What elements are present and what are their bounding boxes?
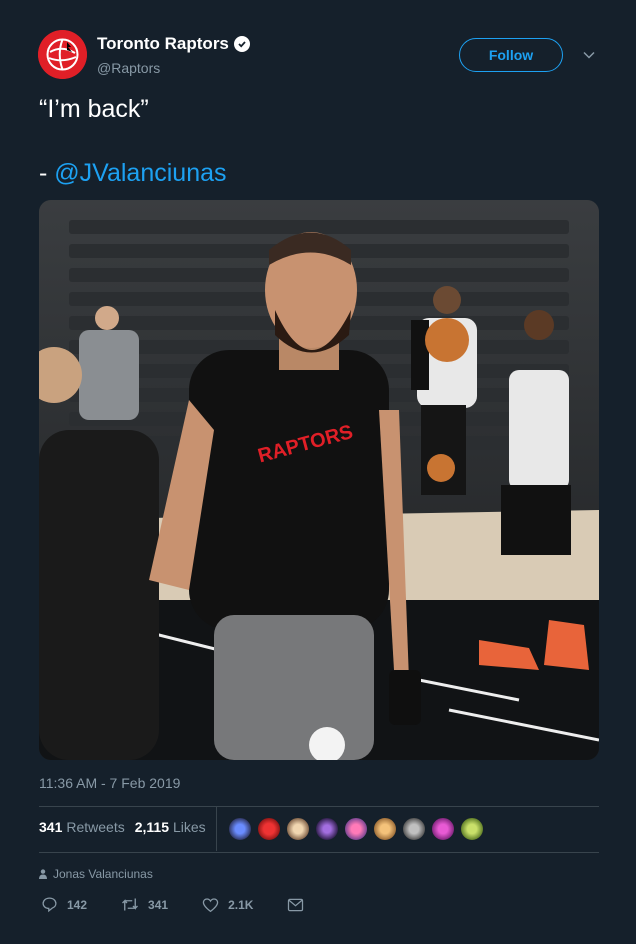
tweet-text-mention-line: - @JValanciunas — [39, 157, 227, 189]
divider — [39, 852, 599, 853]
tweet-text: “I’m back” — [39, 95, 149, 123]
dash-prefix: - — [39, 159, 55, 187]
tweet-card: Toronto Raptors @Raptors Follow “I’m bac… — [0, 0, 636, 944]
liker-avatar[interactable] — [344, 817, 368, 841]
retweets-count[interactable]: 341 — [39, 819, 62, 835]
likes-count[interactable]: 2,115 — [135, 819, 169, 835]
chevron-down-icon[interactable] — [582, 48, 596, 62]
reply-icon — [42, 897, 57, 913]
liker-avatar[interactable] — [402, 817, 426, 841]
heart-icon — [202, 897, 219, 912]
raptors-logo-icon — [38, 30, 87, 79]
person-icon — [39, 869, 47, 879]
divider — [39, 806, 599, 807]
follow-button[interactable]: Follow — [459, 38, 563, 72]
user-handle[interactable]: @Raptors — [97, 60, 160, 76]
tagged-user-name: Jonas Valanciunas — [53, 867, 153, 881]
tweet-photo[interactable]: RAPTORS — [39, 200, 599, 760]
timestamp[interactable]: 11:36 AM - 7 Feb 2019 — [39, 775, 180, 791]
liker-avatar[interactable] — [460, 817, 484, 841]
liker-avatar[interactable] — [286, 817, 310, 841]
reply-count: 142 — [67, 897, 88, 912]
direct-message-button[interactable] — [287, 898, 313, 912]
retweet-icon — [122, 898, 139, 911]
likes-label[interactable]: Likes — [173, 819, 206, 835]
liker-avatar[interactable] — [228, 817, 252, 841]
like-count: 2.1K — [228, 897, 254, 912]
liker-avatar[interactable] — [431, 817, 455, 841]
liker-avatar[interactable] — [315, 817, 339, 841]
liker-avatar[interactable] — [373, 817, 397, 841]
reply-button[interactable]: 142 — [41, 896, 87, 913]
liker-avatars — [228, 817, 489, 841]
like-button[interactable]: 2.1K — [202, 897, 253, 913]
photo: RAPTORS — [39, 200, 599, 760]
display-name[interactable]: Toronto Raptors — [97, 34, 229, 54]
verified-badge-icon — [233, 36, 250, 52]
tagged-user[interactable]: Jonas Valanciunas — [39, 867, 153, 881]
retweets-label[interactable]: Retweets — [66, 819, 124, 835]
liker-avatar[interactable] — [257, 817, 281, 841]
envelope-icon — [288, 898, 304, 911]
stats-separator — [216, 807, 217, 851]
retweet-button[interactable]: 341 — [121, 896, 168, 913]
engagement-stats: 341 Retweets 2,115 Likes — [39, 819, 216, 835]
avatar[interactable] — [38, 30, 87, 79]
retweet-count: 341 — [148, 897, 169, 912]
name-row: Toronto Raptors — [97, 34, 250, 54]
mention-link[interactable]: @JValanciunas — [54, 159, 226, 187]
action-bar: 142 341 2.1K — [41, 896, 313, 913]
